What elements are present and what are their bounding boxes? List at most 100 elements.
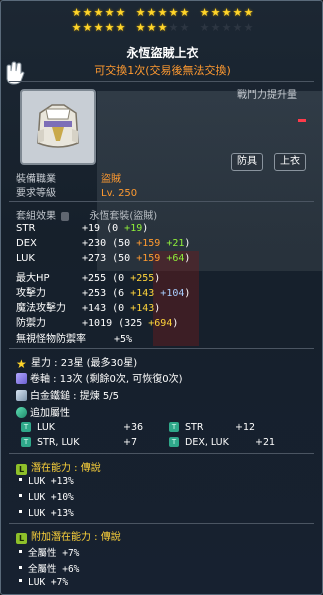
divider [9,201,314,202]
stat-name: LUK [16,253,35,264]
hammer-row: 白金鐵鎚 : 提煉 5/5 [16,387,119,402]
bullet-icon [19,494,22,497]
scroll-icon [16,373,27,384]
set-value: 永恆套裝(盜賊) [89,211,158,222]
stat-breakdown-part: +64 [160,253,185,264]
stat-breakdown-part: ) [142,223,149,234]
stat-breakdown-part: ) [154,303,161,314]
set-label: 套組效果 [16,211,56,222]
star-filled-icon: ★ [82,6,93,19]
scroll-text: 卷軸 : 13次 (剩餘0次, 可恢復0次) [30,374,183,385]
stat-name: 最大HP [16,273,50,284]
bonus-potential-line-text: LUK +7% [28,577,69,588]
star-filled-icon: ★ [168,6,179,19]
star-filled-icon: ★ [115,21,126,34]
trade-info: 可交換1次(交易後無法交換) [94,64,231,77]
star-force-display: ★ ★ ★ ★ ★ ★ ★ ★ ★ ★ ★ ★ ★ ★ ★ ★ ★ ★ ★ ★ ★ ★ ★ ★ ★ ★ ★ ★ ★ ★ [1,6,322,37]
star-empty-icon: ★ [221,21,232,34]
stat-breakdown-part: +143 [130,288,155,299]
potential-label: 潛在能力 [31,463,71,474]
item-name: 永恆盜賊上衣 [126,46,199,60]
stat-total: +253 [76,288,113,299]
stat-total: +19 [76,223,107,234]
bonus-tier-icon: T [169,422,179,432]
stat-name: 魔法攻擊力 [16,303,66,314]
star-empty-icon: ★ [179,21,190,34]
stat-breakdown-part: ) [184,288,191,299]
stat-breakdown-part: +104 [154,288,185,299]
item-tooltip: ★ ★ ★ ★ ★ ★ ★ ★ ★ ★ ★ ★ ★ ★ ★ ★ ★ ★ ★ ★ ★ ★ ★ ★ ★ ★ ★ ★ ★ ★ 永恆盜賊上衣 可交… [0,0,323,595]
star-icon: ★ [16,357,27,371]
stat-row: STR +19 (0 +19) [16,223,148,234]
stat-breakdown-part: ) [154,273,161,284]
star-empty-icon: ★ [168,21,179,34]
star-filled-icon: ★ [210,6,221,19]
bonus-stat-value: +12 [235,422,256,433]
potential-line: LUK +13% [19,476,74,487]
stat-total: +255 [76,273,113,284]
stat-row: 無視怪物防禦率 +5% [16,330,132,345]
divider [9,453,314,454]
stat-breakdown-part: ) [184,253,191,264]
star-group: ★ ★ ★ ★ ★ [72,7,126,22]
item-icon-box[interactable] [20,89,96,165]
stat-total: +230 [76,238,113,249]
legendary-grade-icon: L [16,464,27,475]
potential-grade: 傳說 [80,463,101,474]
bonus-stat-row: 追加屬性 [16,404,70,419]
potential-line: LUK +13% [19,508,74,519]
star-filled-icon: ★ [135,6,146,19]
potential-line-text: LUK +10% [28,492,74,503]
bonus-tier-icon: T [169,437,179,447]
star-filled-icon: ★ [221,6,232,19]
potential-line: LUK +10% [19,492,74,503]
bonus-stat-value: +7 [123,437,138,448]
star-filled-icon: ★ [157,6,168,19]
bonus-potential-label: 附加潛在能力 [31,532,91,543]
bonus-stat-name: LUK [37,422,56,433]
stat-name: STR [16,223,36,234]
bonus-stat-line: T STR, LUK +7 [21,437,137,448]
divider [9,81,314,82]
bonus-potential-line: LUK +7% [19,577,68,588]
stat-name: 攻擊力 [16,288,46,299]
potential-header: L 潛在能力 : 傳說 [16,459,101,475]
scroll-row: 卷軸 : 13次 (剩餘0次, 可恢復0次) [16,370,183,385]
stat-breakdown-part: +143 [130,303,155,314]
stat-breakdown-part: +159 [136,253,161,264]
star-group: ★ ★ ★ ★ ★ [72,22,126,37]
bonus-stat-value: +21 [255,437,276,448]
bonus-stat-line: T STR +12 [169,422,255,433]
stat-row: 攻擊力 +253 (6 +143 +104) [16,284,190,299]
bonus-potential-line-text: 全屬性 +7% [28,548,80,559]
bonus-stat-name: STR, LUK [37,437,80,448]
star-filled-icon: ★ [93,21,104,34]
stat-row: 防禦力 +1019 (325 +694) [16,314,178,329]
set-row: 套組效果 永恆套裝(盜賊) [16,207,157,222]
bonus-potential-grade: 傳說 [100,532,121,543]
category-badge-armor: 防具 [231,153,263,171]
star-row: ★ ★ ★ ★ ★ ★ ★ ★ ★ ★ ★ ★ ★ ★ ★ [1,21,322,37]
level-value: Lv. 250 [101,188,138,199]
star-filled-icon: ★ [232,6,243,19]
category-badge-top: 上衣 [274,153,306,171]
stat-breakdown-part: (50 [112,238,137,249]
star-filled-icon: ★ [104,21,115,34]
stat-breakdown-part: +21 [160,238,185,249]
bullet-icon [19,550,22,553]
stat-total: +1019 [76,318,119,329]
divider [9,348,314,349]
bonus-potential-line-text: 全屬性 +6% [28,564,80,575]
stat-breakdown-part: (325 [118,318,149,329]
job-label: 裝備職業 [16,174,56,185]
stat-breakdown-part: (6 [112,288,131,299]
stat-total: +143 [76,303,113,314]
bullet-icon [19,579,22,582]
stat-name: DEX [16,238,37,249]
star-filled-icon: ★ [104,6,115,19]
bonus-potential-header: L 附加潛在能力 : 傳說 [16,528,121,544]
bonus-potential-line: 全屬性 +7% [19,545,79,559]
bonus-tier-icon: T [21,437,31,447]
star-empty-icon: ★ [243,21,254,34]
stat-breakdown-part: (0 [112,303,131,314]
